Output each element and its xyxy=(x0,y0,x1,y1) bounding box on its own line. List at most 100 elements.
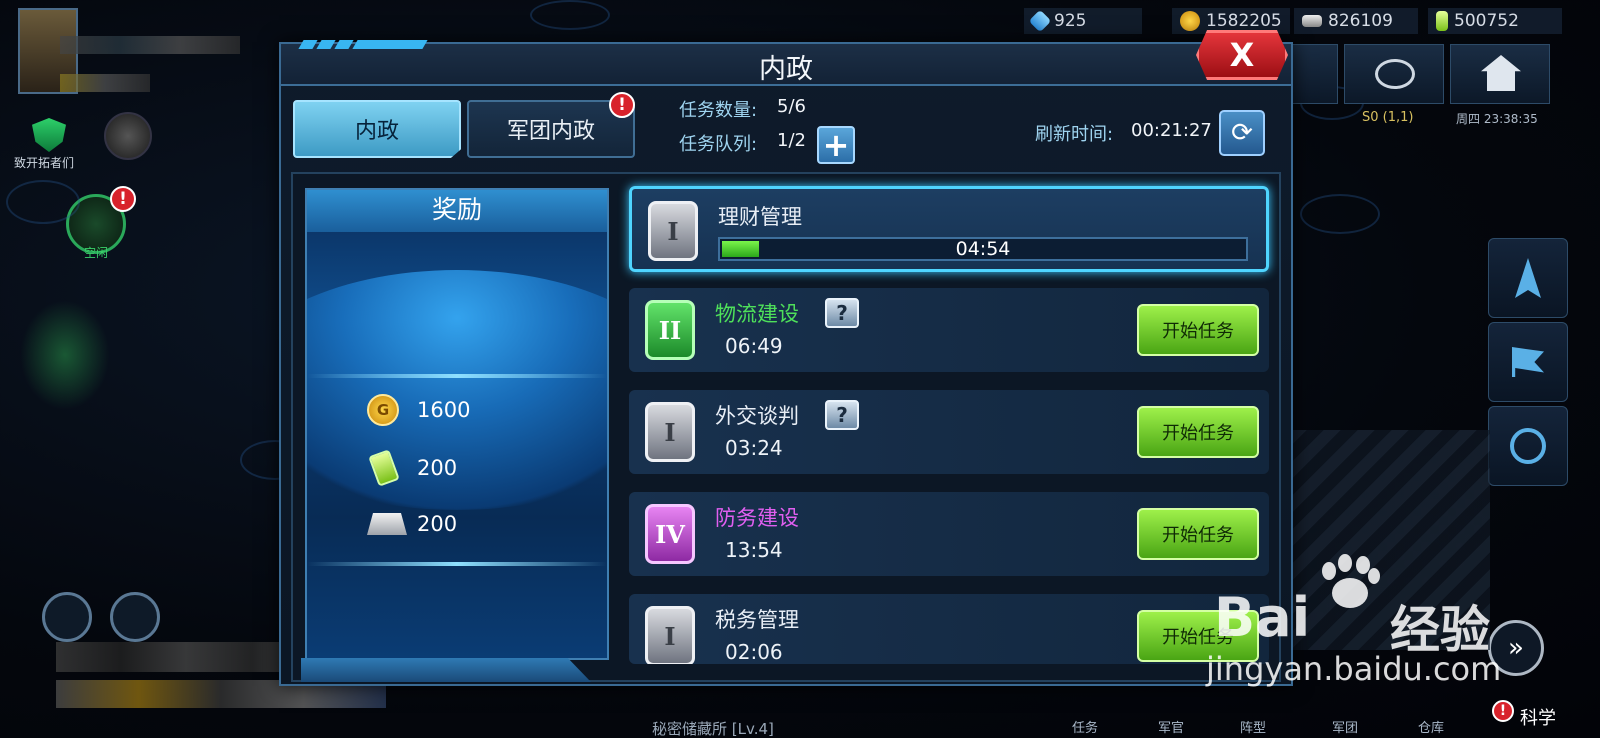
dialog-bottom-tab xyxy=(301,658,591,682)
energy-resource: 500752 xyxy=(1428,8,1562,34)
green-nebula xyxy=(20,300,110,410)
mission-name: 物流建设 xyxy=(715,302,799,326)
gold-coin-icon: G xyxy=(367,394,399,426)
reward-metal: 200 xyxy=(367,512,457,536)
rank-badge-icon: I xyxy=(648,201,698,261)
blurred-player-level xyxy=(60,74,150,92)
planet-ring-icon xyxy=(1375,59,1415,89)
mission-duration: 13:54 xyxy=(725,538,783,562)
flag-icon xyxy=(1512,347,1544,377)
reward-metal-amount: 200 xyxy=(417,512,458,536)
pioneer-shield-icon[interactable] xyxy=(32,118,66,152)
blurred-region xyxy=(56,642,316,672)
close-button[interactable]: X xyxy=(1196,30,1288,80)
refresh-button[interactable]: ⟳ xyxy=(1219,110,1265,156)
reward-gold: G 1600 xyxy=(367,394,470,426)
mystery-reward-icon: ? xyxy=(825,298,859,328)
start-mission-button[interactable]: 开始任务 xyxy=(1137,304,1259,356)
home-icon xyxy=(1481,55,1521,91)
bottom-tab-missions[interactable]: 任务 xyxy=(1072,717,1098,736)
dialog-header: 内政 xyxy=(281,40,1291,86)
dialog-title: 内政 xyxy=(759,54,813,85)
fleet-thumbnail-icon[interactable] xyxy=(104,112,152,160)
glow-line xyxy=(307,562,607,566)
reward-title: 奖励 xyxy=(307,190,607,232)
bottom-tab-warehouse[interactable]: 仓库 xyxy=(1418,717,1444,736)
baidu-paw-icon xyxy=(1318,554,1382,612)
energy-battery-icon xyxy=(1436,11,1448,31)
mystery-reward-icon: ? xyxy=(825,400,859,430)
refresh-icon: ⟳ xyxy=(1231,118,1253,148)
mission-remaining-time: 04:54 xyxy=(955,238,1011,260)
idle-label: 空闲 xyxy=(84,246,109,260)
home-button[interactable] xyxy=(1450,44,1550,104)
rank-badge-icon: I xyxy=(645,402,695,462)
reward-energy-amount: 200 xyxy=(417,456,458,480)
blurred-player-name xyxy=(60,36,240,54)
reward-energy: 200 xyxy=(367,449,458,487)
refresh-time-label: 刷新时间: xyxy=(1035,124,1114,145)
metal-amount: 826109 xyxy=(1328,11,1393,31)
metal-ingot-icon xyxy=(367,513,407,535)
legion-tab-alert-icon: ! xyxy=(609,92,635,118)
clock-label: 周四 23:38:35 xyxy=(1456,112,1538,126)
fleet-side-button[interactable] xyxy=(1488,238,1568,318)
metal-ingot-icon xyxy=(1302,15,1322,27)
rank-badge-icon: I xyxy=(645,606,695,664)
ship-icon xyxy=(1515,258,1541,298)
search-map-icon[interactable] xyxy=(42,592,92,642)
start-mission-button[interactable]: 开始任务 xyxy=(1137,508,1259,560)
energy-battery-icon xyxy=(368,449,400,487)
science-alert-icon: ! xyxy=(1492,700,1514,722)
network-button[interactable] xyxy=(1290,44,1338,104)
alliance-icon xyxy=(1510,428,1546,464)
close-icon: X xyxy=(1229,36,1255,74)
crystal-amount: 925 xyxy=(1054,11,1087,31)
mission-row[interactable]: II 物流建设 ? 06:49 开始任务 xyxy=(629,288,1269,372)
bottom-tab-formation[interactable]: 阵型 xyxy=(1240,717,1266,736)
mission-name: 税务管理 xyxy=(715,608,799,632)
rank-badge-icon: IV xyxy=(645,504,695,564)
galaxy-button[interactable] xyxy=(1344,44,1444,104)
building-label: 秘密储藏所 [Lv.4] xyxy=(652,720,774,738)
coordinates-label: S0 (1,1) xyxy=(1362,110,1414,125)
mission-duration: 06:49 xyxy=(725,334,783,358)
bottom-tab-legion[interactable]: 军团 xyxy=(1332,717,1358,736)
domestic-affairs-dialog: 内政 内政 军团内政 ! 任务数量: 5/6 任务队列: 1/2 + 刷新时间:… xyxy=(279,40,1293,686)
watermark-brand: Bai xyxy=(1214,586,1311,649)
bottom-tab-officers[interactable]: 军官 xyxy=(1158,717,1184,736)
crystal-resource: 925 xyxy=(1024,8,1142,34)
orbit-ring xyxy=(1300,194,1380,234)
mission-progress-bar: 04:54 xyxy=(718,237,1248,261)
rank-badge-icon: II xyxy=(645,300,695,360)
add-queue-button[interactable]: + xyxy=(817,126,855,164)
tab-domestic-affairs[interactable]: 内政 xyxy=(293,100,461,158)
mission-row[interactable]: I 外交谈判 ? 03:24 开始任务 xyxy=(629,390,1269,474)
pioneer-label: 致开拓者们 xyxy=(14,156,75,170)
reward-panel: 奖励 G 1600 200 200 xyxy=(305,188,609,660)
report-icon[interactable] xyxy=(110,592,160,642)
crystal-icon xyxy=(1028,9,1052,33)
mission-name: 理财管理 xyxy=(718,205,802,229)
flag-side-button[interactable] xyxy=(1488,322,1568,402)
mission-row-selected[interactable]: I 理财管理 04:54 xyxy=(629,186,1269,272)
mission-name: 防务建设 xyxy=(715,506,799,530)
glow-line xyxy=(307,374,607,378)
mission-duration: 02:06 xyxy=(725,640,783,664)
refresh-time-value: 00:21:27 xyxy=(1131,120,1212,141)
mission-name: 外交谈判 xyxy=(715,404,799,428)
idle-alert-icon: ! xyxy=(110,186,136,212)
reward-gold-amount: 1600 xyxy=(417,398,471,422)
energy-amount: 500752 xyxy=(1454,11,1519,31)
mission-count-value: 5/6 xyxy=(777,96,806,117)
mission-duration: 03:24 xyxy=(725,436,783,460)
start-mission-button[interactable]: 开始任务 xyxy=(1137,406,1259,458)
mission-row[interactable]: IV 防务建设 13:54 开始任务 xyxy=(629,492,1269,576)
mission-row[interactable]: I 税务管理 02:06 开始任务 xyxy=(629,594,1269,664)
mission-queue-label: 任务队列: xyxy=(679,134,758,155)
gold-amount: 1582205 xyxy=(1206,11,1282,31)
bottom-tab-science[interactable]: 科学 xyxy=(1520,704,1556,730)
alliance-side-button[interactable] xyxy=(1488,406,1568,486)
orbit-ring xyxy=(6,180,80,224)
watermark-url: jingyan.baidu.com xyxy=(1206,650,1502,688)
